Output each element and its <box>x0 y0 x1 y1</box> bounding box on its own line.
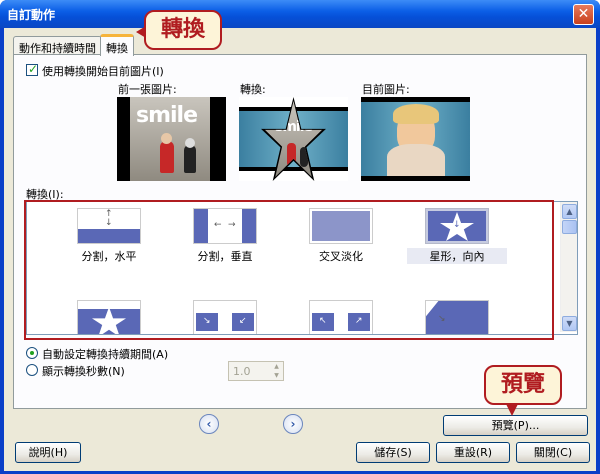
transition-preview-label: 轉換: <box>240 83 266 96</box>
previous-picture-thumbnail: smile <box>117 97 226 181</box>
use-transition-checkbox[interactable]: ✓ <box>26 62 39 76</box>
close-window-button[interactable]: ✕ <box>573 4 594 25</box>
transitions-highlight-box <box>24 200 554 340</box>
spin-up-icon[interactable]: ▲ <box>270 362 283 371</box>
help-button[interactable]: 說明(H) <box>15 442 81 463</box>
scrollbar-thumb[interactable] <box>562 220 577 234</box>
previous-picture-button[interactable]: ‹ <box>199 414 219 434</box>
auto-duration-radio[interactable] <box>26 347 38 359</box>
title-bar: 自訂動作 ✕ <box>0 0 600 28</box>
check-icon: ✓ <box>28 62 39 76</box>
auto-duration-label: 自動設定轉換持續期間(A) <box>42 348 169 361</box>
save-button[interactable]: 儲存(S) <box>356 442 430 463</box>
current-picture-label: 目前圖片: <box>362 83 410 96</box>
preview-button[interactable]: 預覽(P)... <box>443 415 588 436</box>
tab-motion-duration[interactable]: 動作和持續時間 <box>13 36 102 55</box>
current-picture-thumbnail <box>361 97 470 181</box>
use-transition-label: 使用轉換開始目前圖片(I) <box>42 65 164 78</box>
tab-callout: 轉換 <box>144 10 222 50</box>
transitions-scrollbar[interactable]: ▲ ▼ <box>560 202 577 332</box>
tab-transition[interactable]: 轉換 <box>100 34 134 56</box>
close-button[interactable]: 關閉(C) <box>516 442 590 463</box>
seconds-value: 1.0 <box>233 365 251 378</box>
preview-callout: 預覽 <box>484 365 562 405</box>
next-picture-button[interactable]: › <box>283 414 303 434</box>
spin-down-icon[interactable]: ▼ <box>270 371 283 380</box>
window-title: 自訂動作 <box>7 8 56 22</box>
previous-picture-label: 前一張圖片: <box>118 83 177 96</box>
transition-preview-thumbnail: smile <box>239 97 348 181</box>
seconds-duration-radio[interactable] <box>26 364 38 376</box>
seconds-duration-label: 顯示轉換秒數(N) <box>42 365 125 378</box>
preview-callout-pointer <box>506 404 518 416</box>
seconds-spinner[interactable]: 1.0 ▲ ▼ <box>228 361 284 381</box>
scroll-up-icon[interactable]: ▲ <box>562 204 577 219</box>
reset-button[interactable]: 重設(R) <box>436 442 510 463</box>
radio-selected-dot <box>30 351 34 355</box>
scroll-down-icon[interactable]: ▼ <box>562 316 577 331</box>
smile-graffiti: smile <box>136 103 198 128</box>
